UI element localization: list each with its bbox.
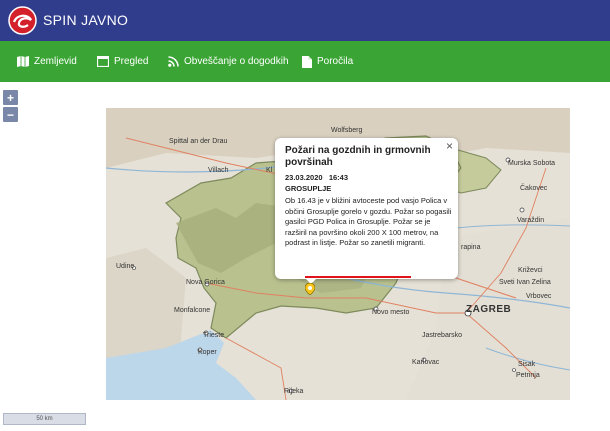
- nav-label: Obveščanje o dogodkih: [184, 56, 289, 67]
- map-label: Jastrebarsko: [422, 332, 463, 339]
- zoom-in-button[interactable]: +: [3, 90, 18, 105]
- map-label: Varaždin: [517, 217, 545, 224]
- popup-body: Ob 16.43 je v bližini avtoceste pod vasj…: [285, 196, 453, 249]
- popup-datetime: 23.03.2020 16:43: [285, 173, 348, 182]
- red-underline: [305, 276, 411, 278]
- nav-porocila[interactable]: Poročila: [302, 41, 353, 82]
- popup-date: 23.03.2020: [285, 173, 323, 182]
- map-label: Udine: [116, 263, 135, 270]
- rss-icon: [168, 56, 179, 67]
- map-label: Monfalcone: [174, 307, 211, 314]
- map-icon: [17, 56, 29, 67]
- map-label: Križevci: [518, 267, 543, 274]
- map-label: Vrbovec: [526, 293, 552, 300]
- nav-label: Pregled: [114, 56, 149, 67]
- map-label: Sveti Ivan Zelina: [499, 279, 551, 286]
- nav-obvescanje[interactable]: Obveščanje o dogodkih: [168, 41, 289, 82]
- map-label: rapina: [461, 244, 481, 251]
- map-label: Koper: [198, 349, 217, 356]
- map-label: ZAGREB: [466, 304, 512, 315]
- zoom-control: + −: [3, 90, 18, 124]
- map-label: Trieste: [203, 332, 225, 339]
- map-label: Nova Gorica: [186, 279, 225, 286]
- popup-time: 16:43: [328, 173, 348, 182]
- app-title[interactable]: SPIN JAVNO: [43, 12, 128, 28]
- map-label: Sisak: [518, 361, 536, 368]
- map-label: Kl: [266, 167, 273, 174]
- event-marker-icon[interactable]: [305, 283, 315, 295]
- map-label: Murska Sobota: [508, 160, 556, 167]
- map-label: Spittal an der Drau: [169, 138, 228, 145]
- nav-label: Poročila: [317, 56, 354, 67]
- nav-zemljevid[interactable]: Zemljevid: [17, 41, 77, 82]
- spin-logo-icon[interactable]: [8, 6, 37, 35]
- nav-pregled[interactable]: Pregled: [97, 41, 148, 82]
- map-label: Čakovec: [520, 185, 548, 192]
- zoom-out-button[interactable]: −: [3, 107, 18, 122]
- scale-bar: 50 km: [3, 413, 86, 425]
- map-label: Petrinja: [516, 372, 540, 379]
- map-label: Novo mesto: [372, 309, 410, 316]
- close-icon[interactable]: ×: [446, 139, 453, 153]
- popup-title: Požari na gozdnih in grmovnih površinah: [285, 145, 431, 168]
- event-popup: × Požari na gozdnih in grmovnih površina…: [275, 138, 458, 279]
- nav-label: Zemljevid: [34, 56, 77, 67]
- window-icon: [97, 56, 109, 67]
- top-header: SPIN JAVNO: [0, 0, 610, 41]
- map-label: Karlovac: [412, 359, 440, 366]
- map-label: Wolfsberg: [331, 127, 363, 134]
- map-label: Villach: [208, 167, 229, 174]
- document-icon: [302, 55, 312, 68]
- popup-body-end: Požar so zanetili migranti.: [339, 238, 426, 247]
- map-label: Rijeka: [284, 388, 304, 395]
- main-nav: Zemljevid Pregled Obveščanje o dogodkih …: [0, 41, 610, 82]
- popup-location: GROSUPLJE: [285, 184, 332, 193]
